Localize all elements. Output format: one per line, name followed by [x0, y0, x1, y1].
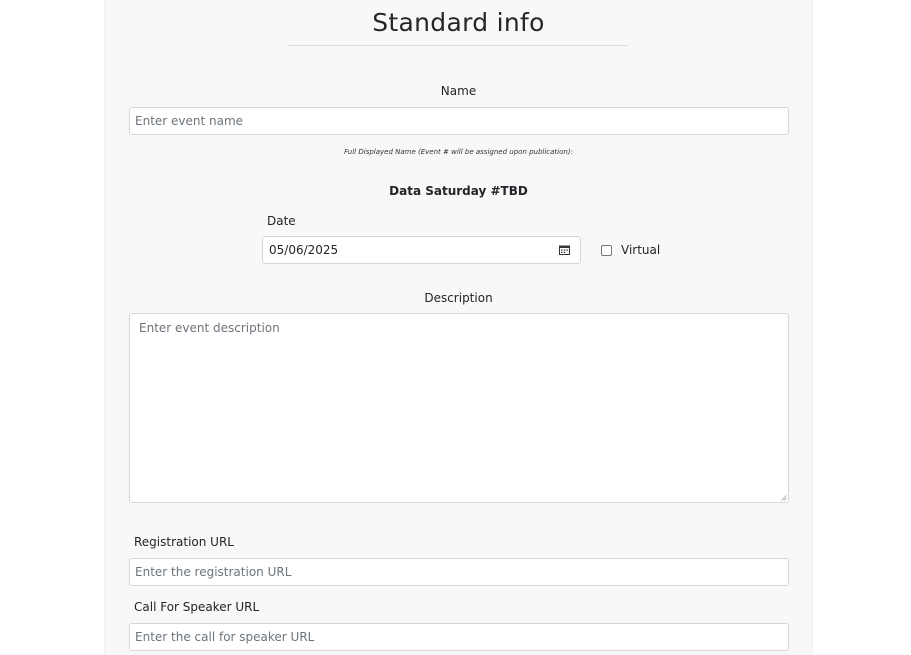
registration-url-placeholder: Enter the registration URL [135, 565, 292, 579]
event-name-input[interactable]: Enter event name [129, 107, 789, 135]
date-input[interactable]: 05/06/2025 [262, 236, 581, 264]
registration-url-label: Registration URL [134, 535, 234, 549]
description-textarea[interactable]: Enter event description [129, 313, 789, 503]
virtual-checkbox[interactable] [601, 245, 612, 256]
description-placeholder: Enter event description [139, 321, 280, 335]
name-label: Name [440, 84, 477, 98]
call-for-speaker-url-input[interactable]: Enter the call for speaker URL [129, 623, 789, 651]
standard-info-card: Standard info Name Enter event name Full… [104, 0, 813, 655]
date-value: 05/06/2025 [269, 243, 339, 257]
calendar-icon[interactable] [559, 245, 570, 255]
display-name-preview: Data Saturday #TBD [389, 184, 528, 198]
call-for-speaker-url-placeholder: Enter the call for speaker URL [135, 630, 315, 644]
description-label: Description [424, 291, 493, 305]
title-divider [288, 45, 628, 46]
date-label: Date [267, 214, 296, 228]
registration-url-input[interactable]: Enter the registration URL [129, 558, 789, 586]
section-title: Standard info [372, 8, 545, 37]
virtual-label: Virtual [621, 243, 661, 257]
call-for-speaker-url-label: Call For Speaker URL [134, 600, 260, 614]
resize-grip-icon[interactable] [781, 495, 787, 501]
event-name-placeholder: Enter event name [135, 114, 244, 128]
display-name-hint: Full Displayed Name (Event # will be ass… [344, 148, 573, 156]
